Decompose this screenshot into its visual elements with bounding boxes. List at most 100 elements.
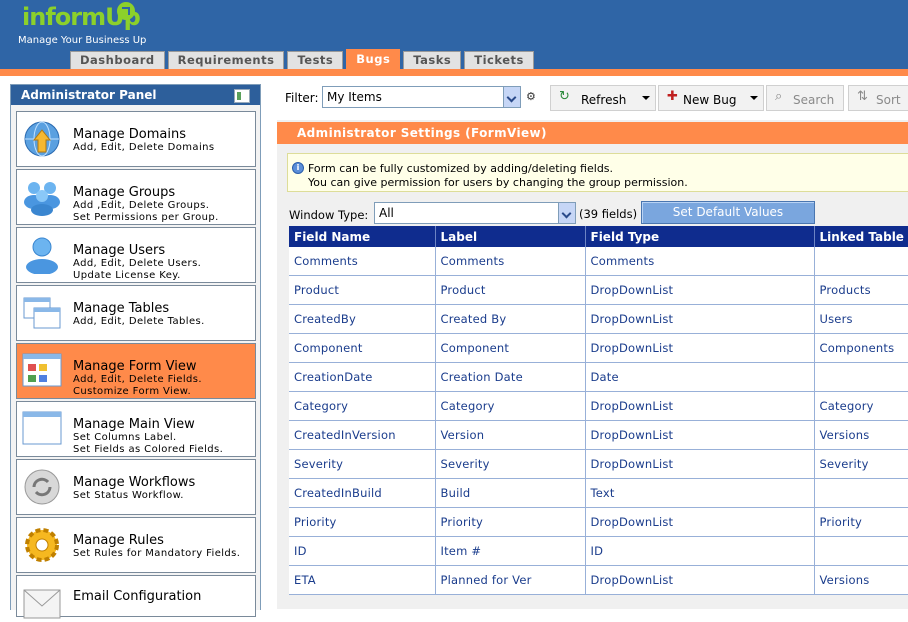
sidebar-item-manage-rules[interactable]: Manage Rules Set Rules for Mandatory Fie…	[16, 517, 256, 573]
table-row[interactable]: CreatedInVersion Version DropDownList Versi…	[289, 420, 908, 450]
sidebar-item-label: Manage Tables	[73, 301, 170, 316]
refresh-dropdown-icon[interactable]	[642, 96, 650, 100]
filter-options-icon[interactable]: ⚙	[526, 90, 538, 103]
column-header-linked-table[interactable]: Linked Table	[814, 226, 908, 247]
envelope-icon	[23, 589, 61, 619]
cell-field-type: ID	[585, 536, 815, 566]
cell-field-name: ID	[289, 536, 436, 566]
column-header-field-name[interactable]: Field Name	[289, 226, 436, 247]
tab-dashboard[interactable]: Dashboard	[70, 51, 165, 69]
sidebar-title: Administrator Panel	[11, 85, 260, 105]
sidebar-item-label: Email Configuration	[73, 589, 202, 604]
sidebar-item-manage-main-view[interactable]: Manage Main View Set Columns Label. Set F…	[16, 401, 256, 457]
table-row[interactable]: Severity Severity DropDownList Severity	[289, 449, 908, 479]
table-row[interactable]: Comments Comments Comments	[289, 247, 908, 276]
new-bug-dropdown-icon[interactable]	[750, 96, 758, 100]
table-row[interactable]: Component Component DropDownList Components	[289, 333, 908, 363]
globe-arrow-icon	[24, 121, 60, 157]
table-header-row: Field Name Label Field Type Linked Table	[289, 226, 908, 247]
user-group-icon	[24, 182, 60, 216]
sidebar-item-description: Add ,Edit, Delete Groups. Set Permissions…	[73, 200, 219, 223]
cell-linked-table: Products	[814, 275, 908, 305]
cell-field-type: DropDownList	[585, 275, 815, 305]
cell-linked-table	[814, 536, 908, 566]
chevron-down-icon[interactable]	[558, 203, 575, 223]
cell-label: Item #	[435, 536, 586, 566]
sidebar-item-label: Manage Form View	[73, 359, 197, 374]
cell-label: Comments	[435, 247, 586, 276]
search-button[interactable]: ⌕ Search	[766, 85, 844, 111]
chevron-down-icon[interactable]	[503, 87, 520, 107]
table-row[interactable]: Product Product DropDownList Products	[289, 275, 908, 305]
table-row[interactable]: CreatedInBuild Build Text	[289, 478, 908, 508]
table-row[interactable]: ID Item # ID	[289, 536, 908, 566]
filter-value: My Items	[327, 90, 382, 104]
cell-linked-table: Severity	[814, 449, 908, 479]
cell-label: Created By	[435, 304, 586, 334]
refresh-button[interactable]: ↻ Refresh	[550, 85, 656, 111]
new-bug-icon: ✚	[667, 89, 678, 104]
sidebar-item-label: Manage Main View	[73, 417, 195, 432]
sidebar-item-email-configuration[interactable]: Email Configuration	[16, 575, 256, 619]
cell-label: Severity	[435, 449, 586, 479]
collapse-panel-icon[interactable]	[234, 89, 250, 103]
info-box: i Form can be fully customized by adding…	[287, 153, 908, 192]
new-bug-label: New Bug	[683, 93, 737, 107]
info-line-2: You can give permission for users by cha…	[308, 176, 688, 189]
sidebar-title-text: Administrator Panel	[21, 88, 157, 102]
main-panel: Administrator Settings (FormView) i Form…	[277, 120, 908, 609]
window-type-select[interactable]: All	[374, 202, 576, 224]
sidebar-item-manage-form-view[interactable]: Manage Form View Add, Edit, Delete Field…	[16, 343, 256, 399]
cell-linked-table: Versions	[814, 565, 908, 595]
cell-field-type: Comments	[585, 247, 815, 276]
sidebar-item-manage-domains[interactable]: Manage Domains Add, Edit, Delete Domains	[16, 111, 256, 167]
sidebar-item-label: Manage Users	[73, 243, 166, 258]
cell-field-name: Comments	[289, 247, 436, 276]
main-view-icon	[22, 411, 62, 445]
cell-linked-table: Priority	[814, 507, 908, 537]
sidebar-item-description: Add, Edit, Delete Users. Update License K…	[73, 258, 202, 281]
cell-field-type: DropDownList	[585, 420, 815, 450]
sidebar-item-description: Add, Edit, Delete Tables.	[73, 316, 205, 327]
new-bug-button[interactable]: ✚ New Bug	[658, 85, 764, 111]
table-row[interactable]: Category Category DropDownList Category	[289, 391, 908, 421]
cell-linked-table	[814, 362, 908, 392]
tab-tickets[interactable]: Tickets	[464, 51, 534, 69]
table-row[interactable]: CreatedBy Created By DropDownList Users	[289, 304, 908, 334]
cell-linked-table: Users	[814, 304, 908, 334]
tables-icon	[23, 297, 61, 329]
cell-field-type: Date	[585, 362, 815, 392]
cell-linked-table: Versions	[814, 420, 908, 450]
gear-icon	[25, 528, 59, 562]
cell-field-type: Text	[585, 478, 815, 508]
sidebar-item-label: Manage Domains	[73, 127, 186, 142]
window-type-value: All	[379, 206, 394, 220]
app-header: informUp Manage Your Business Up Dashboa…	[0, 0, 908, 70]
page-title: Administrator Settings (FormView)	[277, 122, 908, 144]
fields-table: Field Name Label Field Type Linked Table…	[289, 226, 908, 595]
sidebar-item-manage-tables[interactable]: Manage Tables Add, Edit, Delete Tables.	[16, 285, 256, 341]
toolbar: Filter: My Items ⚙ ↻ Refresh ✚ New Bug ⌕…	[277, 84, 908, 112]
tab-requirements[interactable]: Requirements	[167, 51, 285, 69]
sidebar-item-description: Set Rules for Mandatory Fields.	[73, 548, 241, 559]
tab-bugs[interactable]: Bugs	[346, 49, 401, 69]
workflow-icon	[24, 469, 60, 505]
sort-button[interactable]: ⇅ Sort	[848, 85, 908, 111]
table-row[interactable]: Priority Priority DropDownList Priority	[289, 507, 908, 537]
sidebar-item-manage-groups[interactable]: Manage Groups Add ,Edit, Delete Groups. S…	[16, 169, 256, 225]
main-tabs: Dashboard Requirements Tests Bugs Tasks …	[70, 49, 534, 69]
sidebar-item-description: Add, Edit, Delete Fields. Customize Form …	[73, 374, 202, 397]
filter-label: Filter:	[285, 91, 319, 105]
column-header-label[interactable]: Label	[435, 226, 586, 247]
tab-tasks[interactable]: Tasks	[403, 51, 462, 69]
table-row[interactable]: CreationDate Creation Date Date	[289, 362, 908, 392]
tab-tests[interactable]: Tests	[287, 51, 344, 69]
filter-select[interactable]: My Items	[322, 86, 521, 108]
sidebar-item-manage-users[interactable]: Manage Users Add, Edit, Delete Users. Upd…	[16, 227, 256, 283]
sidebar-item-manage-workflows[interactable]: Manage Workflows Set Status Workflow.	[16, 459, 256, 515]
cell-label: Priority	[435, 507, 586, 537]
table-row[interactable]: ETA Planned for Ver DropDownList Versions	[289, 565, 908, 595]
window-type-label: Window Type:	[289, 208, 369, 222]
set-default-values-button[interactable]: Set Default Values	[641, 201, 815, 224]
column-header-field-type[interactable]: Field Type	[585, 226, 815, 247]
